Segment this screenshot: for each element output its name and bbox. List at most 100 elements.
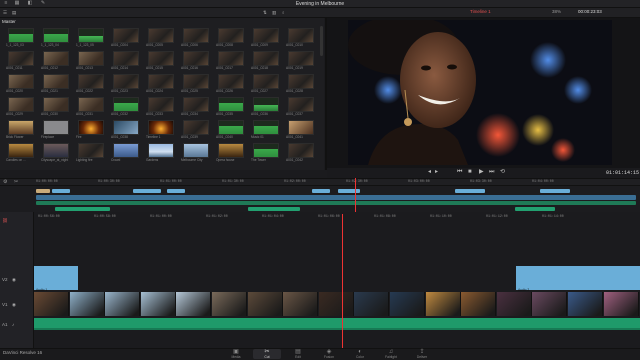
timeline-clip[interactable] bbox=[338, 189, 360, 193]
upper-playhead[interactable] bbox=[355, 178, 356, 212]
video-clip-frame[interactable] bbox=[354, 292, 390, 316]
grid-view-icon[interactable]: ▤ bbox=[12, 10, 16, 16]
video-clip-frame[interactable] bbox=[69, 292, 105, 316]
media-thumbnail[interactable] bbox=[113, 51, 139, 66]
title-clip[interactable] bbox=[516, 266, 640, 290]
window-menu-icon[interactable]: ≡ bbox=[3, 1, 9, 6]
timeline-clip[interactable] bbox=[455, 189, 485, 193]
media-thumbnail[interactable] bbox=[43, 143, 69, 158]
list-view-icon[interactable]: ☰ bbox=[3, 10, 7, 16]
v2-visibility-icon[interactable]: ◉ bbox=[12, 277, 16, 283]
page-tab-edit[interactable]: ▤ Edit bbox=[284, 349, 312, 359]
audio-clip[interactable] bbox=[248, 207, 300, 211]
media-thumbnail[interactable] bbox=[78, 51, 104, 66]
video-clip-frame[interactable] bbox=[105, 292, 141, 316]
page-tab-cut[interactable]: ✂ Cut bbox=[253, 349, 281, 359]
stop-icon[interactable]: ■ bbox=[468, 169, 472, 176]
video-clip-frame[interactable] bbox=[425, 292, 461, 316]
thumb-size-icon[interactable]: ▥ bbox=[272, 10, 276, 16]
wand-icon[interactable]: ✎ bbox=[40, 1, 46, 6]
media-thumbnail[interactable] bbox=[78, 97, 104, 112]
media-thumbnail[interactable] bbox=[183, 28, 209, 43]
audio-clip[interactable] bbox=[34, 318, 640, 328]
media-thumbnail[interactable] bbox=[148, 120, 174, 135]
media-thumbnail[interactable] bbox=[253, 74, 279, 89]
page-tab-color[interactable]: ◐ Color bbox=[346, 349, 374, 359]
media-thumbnail[interactable] bbox=[8, 97, 34, 112]
media-thumbnail[interactable] bbox=[78, 143, 104, 158]
sync-bin-icon[interactable]: ◧ bbox=[27, 1, 33, 6]
video-clip-frame[interactable] bbox=[247, 292, 283, 316]
media-thumbnail[interactable] bbox=[183, 143, 209, 158]
timeline-clip[interactable] bbox=[540, 189, 570, 193]
media-thumbnail[interactable] bbox=[113, 120, 139, 135]
media-thumbnail[interactable] bbox=[113, 97, 139, 112]
video-frame[interactable] bbox=[348, 20, 612, 165]
media-thumbnail[interactable] bbox=[288, 51, 314, 66]
media-thumbnail[interactable] bbox=[253, 28, 279, 43]
video-clip-frame[interactable] bbox=[283, 292, 319, 316]
razor-icon[interactable]: ✂ bbox=[14, 179, 18, 185]
lock-icon[interactable]: ⛓ bbox=[2, 218, 8, 224]
search-icon[interactable]: ⌕ bbox=[282, 10, 285, 16]
media-thumbnail[interactable] bbox=[43, 74, 69, 89]
media-thumbnail[interactable] bbox=[253, 143, 279, 158]
media-pool-icon[interactable]: ▦ bbox=[14, 1, 20, 6]
video-clip-frame[interactable] bbox=[212, 292, 247, 316]
page-tab-media[interactable]: ▣ Media bbox=[222, 349, 250, 359]
media-thumbnail[interactable] bbox=[8, 28, 34, 43]
video-clip-frame[interactable] bbox=[318, 292, 354, 316]
media-thumbnail[interactable] bbox=[43, 97, 69, 112]
media-thumbnail[interactable] bbox=[288, 120, 314, 135]
timeline-clip[interactable] bbox=[133, 189, 161, 193]
sort-icon[interactable]: ⇅ bbox=[263, 10, 267, 16]
timeline-clip[interactable] bbox=[312, 189, 330, 193]
next-frame-icon[interactable]: ▸ bbox=[435, 169, 438, 176]
title-clip[interactable] bbox=[34, 266, 78, 290]
media-thumbnail[interactable] bbox=[148, 51, 174, 66]
media-thumbnail[interactable] bbox=[148, 143, 174, 158]
page-tab-deliver[interactable]: ⇪ Deliver bbox=[408, 349, 436, 359]
media-thumbnail[interactable] bbox=[183, 51, 209, 66]
media-thumbnail[interactable] bbox=[8, 120, 34, 135]
video-clip-frame[interactable] bbox=[390, 292, 425, 316]
play-icon[interactable]: ▶ bbox=[479, 169, 484, 176]
audio-clip[interactable] bbox=[55, 207, 110, 211]
loop-icon[interactable]: ⟲ bbox=[500, 169, 505, 176]
media-thumbnail[interactable] bbox=[148, 97, 174, 112]
bin-label[interactable]: Master bbox=[2, 19, 16, 24]
video-clip-frame[interactable] bbox=[532, 292, 568, 316]
media-thumbnail[interactable] bbox=[8, 143, 34, 158]
skip-start-icon[interactable]: ⏮ bbox=[457, 169, 462, 176]
media-thumbnail[interactable] bbox=[218, 97, 244, 112]
video-clip-frame[interactable] bbox=[461, 292, 497, 316]
audio-track-strip[interactable] bbox=[36, 201, 636, 205]
media-thumbnail[interactable] bbox=[183, 74, 209, 89]
video-clip-frame[interactable] bbox=[176, 292, 212, 316]
media-thumbnail[interactable] bbox=[78, 74, 104, 89]
media-thumbnail[interactable] bbox=[183, 97, 209, 112]
media-thumbnail[interactable] bbox=[288, 97, 314, 112]
viewer-timeline-name[interactable]: Timeline 1 bbox=[470, 9, 491, 14]
video-clip-frame[interactable] bbox=[496, 292, 532, 316]
video-track-strip[interactable] bbox=[36, 195, 636, 200]
media-thumbnail[interactable] bbox=[288, 74, 314, 89]
page-tab-fusion[interactable]: ◈ Fusion bbox=[315, 349, 343, 359]
media-thumbnail[interactable] bbox=[43, 120, 69, 135]
media-thumbnail[interactable] bbox=[148, 28, 174, 43]
media-thumbnail[interactable] bbox=[113, 143, 139, 158]
media-thumbnail[interactable] bbox=[218, 120, 244, 135]
media-thumbnail[interactable] bbox=[78, 28, 104, 43]
zoom-level[interactable]: 38% bbox=[552, 9, 561, 14]
video-clip-frame[interactable] bbox=[568, 292, 603, 316]
media-thumbnail[interactable] bbox=[288, 28, 314, 43]
media-thumbnail[interactable] bbox=[148, 74, 174, 89]
media-thumbnail[interactable] bbox=[78, 120, 104, 135]
timeline-clip[interactable] bbox=[36, 189, 50, 193]
a1-speaker-icon[interactable]: ♪ bbox=[12, 322, 14, 327]
page-tab-fairlight[interactable]: ♫ Fairlight bbox=[377, 349, 405, 359]
media-thumbnail[interactable] bbox=[253, 97, 279, 112]
media-thumbnail[interactable] bbox=[218, 28, 244, 43]
v1-visibility-icon[interactable]: ◉ bbox=[12, 302, 16, 308]
timeline-clip[interactable] bbox=[167, 189, 185, 193]
